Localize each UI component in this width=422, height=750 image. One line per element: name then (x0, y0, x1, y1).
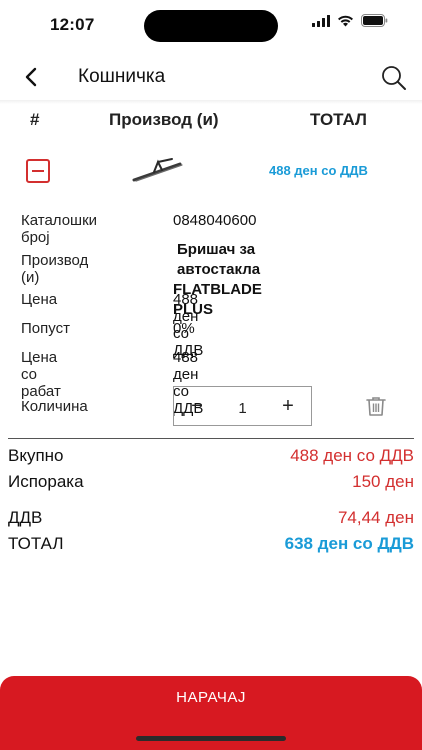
trash-icon (366, 397, 386, 416)
column-header-number: # (30, 110, 40, 129)
vat-label: ДДВ (8, 508, 43, 527)
search-button[interactable] (380, 64, 408, 92)
quantity-label: Количина (21, 398, 88, 415)
nav-shadow (0, 100, 422, 104)
home-indicator (136, 736, 286, 741)
column-header-total: ТОТАЛ (310, 110, 367, 129)
grand-total-value: 638 ден со ДДВ (284, 534, 414, 553)
product-name-line1: Бришач за автостакла (177, 241, 261, 278)
status-icons (312, 14, 388, 32)
quantity-value: 1 (238, 399, 247, 417)
dynamic-island (144, 10, 278, 42)
grand-total-label: ТОТАЛ (8, 534, 64, 553)
back-button[interactable] (18, 64, 44, 90)
decrease-quantity-button[interactable]: − (188, 395, 206, 417)
price-label: Цена (21, 291, 58, 308)
table-header: # Производ (и) ТОТАЛ (0, 106, 422, 132)
status-time: 12:07 (50, 15, 95, 34)
status-bar: 12:07 (0, 0, 422, 50)
catalog-number-value: 0848040600 (173, 212, 257, 229)
wifi-icon (337, 14, 354, 32)
discounted-price-label: Цена со рабат (21, 349, 61, 400)
minus-square-icon (32, 170, 44, 172)
item-row-total: 488 ден со ДДВ (269, 163, 368, 178)
delete-item-button[interactable] (365, 395, 387, 417)
chevron-left-icon (25, 67, 37, 87)
catalog-number-label: Каталошки број (21, 212, 98, 246)
search-icon (382, 66, 406, 90)
vat-value: 74,44 ден (337, 508, 414, 527)
discount-label: Попуст (21, 320, 70, 337)
order-button-label: НАРАЧАЈ (176, 689, 246, 706)
shipping-label: Испорака (8, 472, 84, 491)
quantity-stepper: − 1 + (173, 386, 312, 426)
product-label: Производ (и) (21, 252, 89, 286)
shipping-value: 150 ден (352, 472, 414, 491)
subtotal-label: Вкупно (8, 446, 64, 465)
increase-quantity-button[interactable]: + (279, 395, 297, 417)
product-thumbnail (132, 158, 183, 182)
page-title: Кошничка (78, 66, 166, 87)
signal-icon (312, 14, 330, 32)
battery-icon (361, 14, 388, 32)
column-header-product: Производ (и) (109, 110, 219, 129)
discount-value: 0% (173, 320, 195, 337)
divider (8, 438, 414, 439)
subtotal-value: 488 ден со ДДВ (290, 446, 414, 465)
nav-bar: Кошничка (0, 54, 422, 100)
remove-item-button[interactable] (26, 159, 50, 183)
